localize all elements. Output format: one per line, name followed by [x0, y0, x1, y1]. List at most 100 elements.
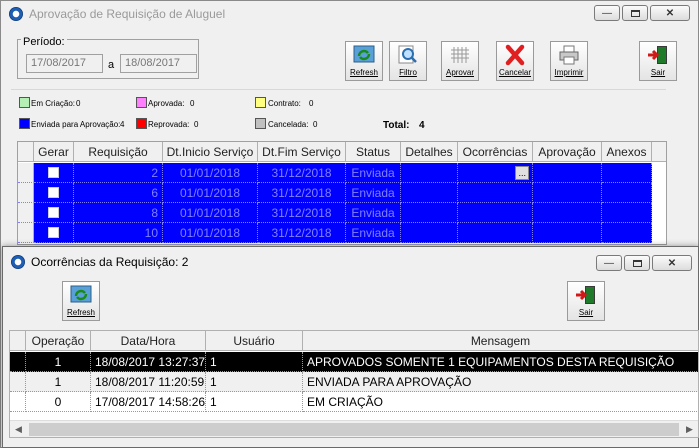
col-operacao[interactable]: Operação — [26, 331, 91, 351]
requisicoes-grid[interactable]: Gerar Requisição Dt.Inicio Serviço Dt.Fi… — [17, 141, 667, 245]
usuario-cell: 1 — [206, 352, 303, 372]
dt-inicio-cell: 01/01/2018 — [163, 163, 258, 183]
data-hora-cell: 17/08/2017 14:58:26 — [91, 392, 206, 412]
row-indicator — [10, 352, 26, 372]
col-dt-inicio[interactable]: Dt.Inicio Serviço — [163, 142, 258, 162]
operacao-cell: 0 — [26, 392, 91, 412]
exit-door-icon — [648, 46, 667, 64]
dialog-app-icon — [11, 255, 25, 269]
table-row[interactable]: 8 01/01/2018 31/12/2018 Enviada — [18, 203, 652, 223]
aprovacao-cell[interactable] — [533, 223, 602, 243]
col-detalhes[interactable]: Detalhes — [401, 142, 458, 162]
periodo-label: Período: — [21, 36, 67, 48]
status-cell: Enviada — [346, 203, 401, 223]
sair-button[interactable]: Sair — [639, 41, 677, 81]
scroll-thumb[interactable] — [29, 422, 679, 436]
imprimir-button[interactable]: Imprimir — [550, 41, 588, 81]
ocorrencias-ellipsis-button[interactable]: ... — [515, 165, 529, 180]
col-data-hora[interactable]: Data/Hora — [91, 331, 206, 351]
legend-contrato-swatch — [255, 97, 266, 108]
main-title: Aprovação de Requisição de Aluguel — [29, 7, 226, 21]
requisicao-cell: 2 — [74, 163, 163, 183]
legend-cancelada-label: Cancelada: — [268, 120, 309, 129]
table-row[interactable]: 1 18/08/2017 13:27:37 1 APROVADOS SOMENT… — [10, 352, 698, 372]
col-status[interactable]: Status — [346, 142, 401, 162]
dialog-sair-button[interactable]: Sair — [567, 281, 605, 321]
dt-fim-cell: 31/12/2018 — [258, 163, 346, 183]
detalhes-cell[interactable] — [401, 223, 458, 243]
col-gerar[interactable]: Gerar — [34, 142, 74, 162]
gerar-checkbox[interactable] — [48, 167, 59, 178]
date-from-field[interactable]: 17/08/2017 — [26, 54, 103, 73]
date-to-field[interactable]: 18/08/2017 — [120, 54, 197, 73]
close-icon: ✕ — [665, 7, 675, 19]
col-requisicao[interactable]: Requisição — [74, 142, 163, 162]
refresh-icon — [70, 285, 92, 303]
ocorrencias-cell[interactable] — [458, 223, 533, 243]
requisicao-cell: 8 — [74, 203, 163, 223]
col-mensagem[interactable]: Mensagem — [303, 331, 698, 351]
scroll-left-icon[interactable]: ◀ — [10, 424, 27, 435]
imprimir-label: Imprimir — [554, 68, 584, 77]
row-indicator — [10, 392, 26, 412]
scroll-right-icon[interactable]: ▶ — [681, 424, 698, 435]
col-usuario[interactable]: Usuário — [206, 331, 303, 351]
gerar-checkbox[interactable] — [48, 227, 59, 238]
detalhes-cell[interactable] — [401, 203, 458, 223]
detalhes-cell[interactable] — [401, 183, 458, 203]
requisicao-cell: 6 — [74, 183, 163, 203]
col-aprovacao[interactable]: Aprovação — [533, 142, 602, 162]
legend-contrato-count: 0 — [309, 99, 314, 108]
legend-reprovada-label: Reprovada: — [148, 120, 190, 129]
gerar-cell — [34, 203, 74, 223]
data-hora-cell: 18/08/2017 11:20:59 — [91, 372, 206, 392]
refresh-button[interactable]: Refresh — [345, 41, 383, 81]
col-anexos[interactable]: Anexos — [602, 142, 652, 162]
table-row[interactable]: 0 17/08/2017 14:58:26 1 EM CRIAÇÃO — [10, 392, 698, 412]
col-ocorrencias[interactable]: Ocorrências — [458, 142, 533, 162]
anexos-cell[interactable] — [602, 203, 652, 223]
dialog-maximize-button[interactable] — [624, 255, 650, 271]
filtro-button[interactable]: Filtro — [389, 41, 427, 81]
aprovar-button[interactable]: Aprovar — [441, 41, 479, 81]
col-dt-fim[interactable]: Dt.Fim Serviço — [258, 142, 346, 162]
gerar-checkbox[interactable] — [48, 187, 59, 198]
detalhes-cell[interactable] — [401, 163, 458, 183]
close-button[interactable]: ✕ — [650, 5, 690, 21]
usuario-cell: 1 — [206, 372, 303, 392]
exit-door-icon — [576, 286, 595, 304]
ocorrencias-cell: ... — [458, 163, 533, 183]
anexos-cell[interactable] — [602, 163, 652, 183]
table-row[interactable]: 10 01/01/2018 31/12/2018 Enviada — [18, 223, 652, 243]
dialog-refresh-button[interactable]: Refresh — [62, 281, 100, 321]
anexos-cell[interactable] — [602, 183, 652, 203]
gerar-cell — [34, 163, 74, 183]
anexos-cell[interactable] — [602, 223, 652, 243]
table-row[interactable]: 2 01/01/2018 31/12/2018 Enviada ... — [18, 163, 652, 183]
dt-fim-cell: 31/12/2018 — [258, 203, 346, 223]
gerar-checkbox[interactable] — [48, 207, 59, 218]
maximize-icon — [632, 259, 642, 267]
sair-label: Sair — [650, 68, 666, 77]
horizontal-scrollbar[interactable]: ◀ ▶ — [10, 420, 698, 437]
ocorrencias-cell[interactable] — [458, 203, 533, 223]
grid-header: Gerar Requisição Dt.Inicio Serviço Dt.Fi… — [18, 142, 666, 162]
status-cell: Enviada — [346, 183, 401, 203]
dialog-minimize-button[interactable]: — — [596, 255, 622, 271]
minimize-button[interactable]: — — [594, 5, 620, 21]
maximize-button[interactable] — [622, 5, 648, 21]
dt-inicio-cell: 01/01/2018 — [163, 203, 258, 223]
filtro-label: Filtro — [399, 68, 417, 77]
ocorrencias-grid[interactable]: Operação Data/Hora Usuário Mensagem 1 18… — [9, 330, 699, 438]
ocorrencias-cell[interactable] — [458, 183, 533, 203]
grid-icon — [451, 47, 469, 63]
table-row[interactable]: 1 18/08/2017 11:20:59 1 ENVIADA PARA APR… — [10, 372, 698, 392]
aprovacao-cell[interactable] — [533, 183, 602, 203]
dialog-close-button[interactable]: ✕ — [652, 255, 692, 271]
aprovacao-cell[interactable] — [533, 203, 602, 223]
aprovar-label: Aprovar — [445, 68, 474, 77]
minimize-icon: — — [602, 7, 612, 19]
aprovacao-cell[interactable] — [533, 163, 602, 183]
cancelar-button[interactable]: Cancelar — [496, 41, 534, 81]
table-row[interactable]: 6 01/01/2018 31/12/2018 Enviada — [18, 183, 652, 203]
